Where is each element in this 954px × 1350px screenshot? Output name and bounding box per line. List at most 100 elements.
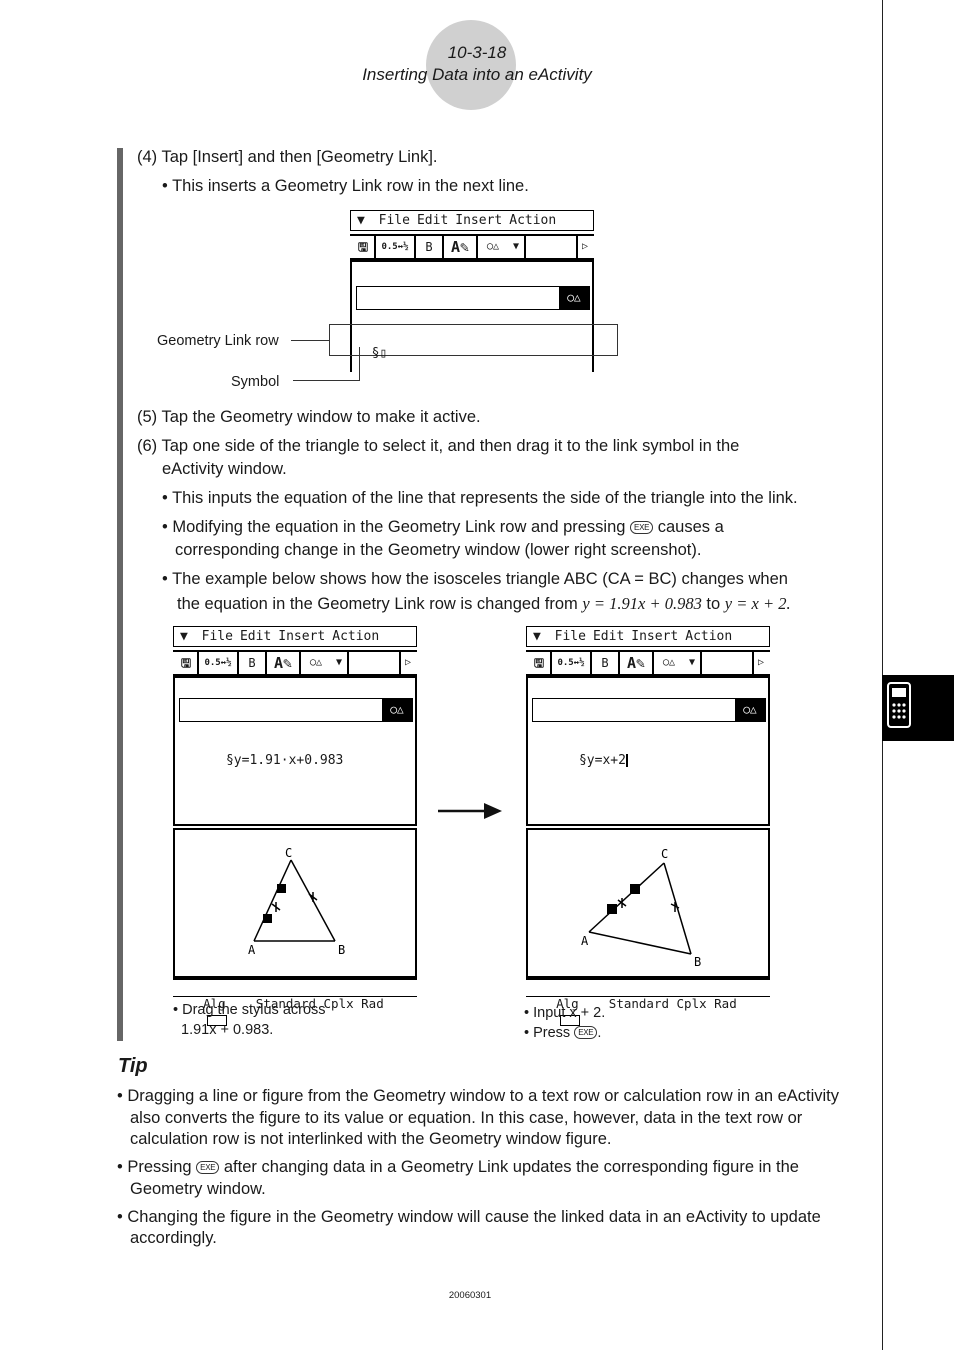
save-icon[interactable]: 🖫 <box>528 652 552 674</box>
geometry-link-row[interactable]: §y=1.91·x+0.983 <box>179 738 343 783</box>
text-style-icon[interactable]: A✎ <box>267 652 301 674</box>
callout-line <box>359 347 360 381</box>
step-6-bullet-1: • This inputs the equation of the line t… <box>162 489 798 507</box>
step-4-text: (4) Tap [Insert] and then [Geometry Link… <box>137 148 438 166</box>
vertex-c: C <box>285 846 292 860</box>
link-symbol-icon: § <box>225 753 234 768</box>
bold-button[interactable]: B <box>592 652 620 674</box>
step-6-bullet-3-cont: the equation in the Geometry Link row is… <box>177 592 791 616</box>
dropdown-arrow-icon[interactable]: ▼ <box>331 652 349 674</box>
scroll-right-icon[interactable]: ▷ <box>399 652 415 674</box>
side-bc <box>663 862 692 955</box>
step-6-bullet-2-cont: corresponding change in the Geometry win… <box>175 541 702 559</box>
exe-key-icon: EXE <box>574 1026 598 1039</box>
equation-to: y = x + 2. <box>724 594 791 613</box>
menu-edit[interactable]: Edit <box>240 629 271 644</box>
text-cursor: ▯ <box>379 346 388 361</box>
geometry-icon[interactable]: ◯△ <box>559 287 589 309</box>
caption-right-2: • Press EXE. <box>524 1023 601 1043</box>
text-style-icon[interactable]: A✎ <box>444 236 478 258</box>
scroll-right-icon[interactable]: ▷ <box>576 236 592 258</box>
eactivity-work-area[interactable]: ◯△ §y=1.91·x+0.983 <box>173 676 417 826</box>
geometry-link-icon[interactable]: ◯△ <box>478 236 508 258</box>
menu-file[interactable]: File <box>555 629 586 644</box>
bullet-text: to <box>706 595 721 613</box>
bold-button[interactable]: B <box>239 652 267 674</box>
save-icon[interactable]: 🖫 <box>352 236 376 258</box>
selection-handle <box>607 904 617 914</box>
section-title: Inserting Data into an eActivity <box>362 65 592 84</box>
tip-item-2: • Pressing EXE after changing data in a … <box>117 1156 799 1179</box>
geometry-window[interactable]: A B C <box>173 828 417 978</box>
geometry-link-icon[interactable]: ◯△ <box>654 652 684 674</box>
menu-insert[interactable]: Insert <box>455 213 502 228</box>
bullet-text: • Modifying the equation in the Geometry… <box>162 518 626 536</box>
step-4-bullet: • This inserts a Geometry Link row in th… <box>162 177 529 195</box>
selection-handle <box>263 914 272 923</box>
link-equation[interactable]: y=x+2 <box>587 753 626 768</box>
calculator-icon <box>887 682 911 728</box>
menu-insert[interactable]: Insert <box>278 629 325 644</box>
step-6-text: (6) Tap one side of the triangle to sele… <box>137 437 740 455</box>
calculator-screen-before: ▼ File Edit Insert Action 🖫 0.5↔½ B A✎ ◯△ ▼… <box>173 626 417 1026</box>
save-icon[interactable]: 🖫 <box>175 652 199 674</box>
side-ac <box>588 862 665 933</box>
input-line[interactable]: ◯△ <box>179 698 413 722</box>
tip-text: • Pressing <box>117 1158 192 1176</box>
menu-insert[interactable]: Insert <box>631 629 678 644</box>
geometry-link-icon[interactable]: ◯△ <box>301 652 331 674</box>
menu-edit[interactable]: Edit <box>593 629 624 644</box>
toolbar: 🖫 0.5↔½ B A✎ ◯△ ▼ ▷ <box>350 234 594 260</box>
caption-right-1: • Input x + 2. <box>524 1005 606 1021</box>
menu-file[interactable]: File <box>379 213 410 228</box>
tip-text: after changing data in a Geometry Link u… <box>223 1158 799 1176</box>
step-5-text: (5) Tap the Geometry window to make it a… <box>137 408 481 426</box>
menu-edit[interactable]: Edit <box>417 213 448 228</box>
eactivity-work-area[interactable]: ◯△ §y=x+2 <box>526 676 770 826</box>
geometry-link-row[interactable]: §▯ <box>356 331 388 361</box>
geometry-icon[interactable]: ◯△ <box>382 699 412 721</box>
menu-chevron-icon[interactable]: ▼ <box>180 629 188 644</box>
selection-handle <box>630 884 640 894</box>
menu-action[interactable]: Action <box>685 629 732 644</box>
input-line[interactable]: ◯△ <box>532 698 766 722</box>
geometry-link-row[interactable]: §y=x+2 <box>532 738 628 783</box>
bold-button[interactable]: B <box>416 236 444 258</box>
vertex-a: A <box>248 943 256 957</box>
vertex-a: A <box>581 934 589 948</box>
scroll-right-icon[interactable]: ▷ <box>752 652 768 674</box>
geometry-window[interactable]: A B C <box>526 828 770 978</box>
callout-line <box>293 380 359 381</box>
procedure-sidebar-bar <box>117 148 123 1041</box>
dropdown-arrow-icon[interactable]: ▼ <box>508 236 526 258</box>
link-equation[interactable]: y=1.91·x+0.983 <box>234 753 344 768</box>
menu-file[interactable]: File <box>202 629 233 644</box>
calculator-screen-after: ▼ File Edit Insert Action 🖫 0.5↔½ B A✎ ◯△ ▼… <box>526 626 770 1026</box>
arrow-right-icon <box>438 803 502 819</box>
triangle-figure[interactable]: A B C <box>175 830 415 976</box>
triangle-figure[interactable]: A B C <box>528 830 768 976</box>
fraction-decimal-icon[interactable]: 0.5↔½ <box>199 652 239 674</box>
step-6-text-cont: eActivity window. <box>162 460 287 478</box>
selection-handle <box>277 884 286 893</box>
text-style-icon[interactable]: A✎ <box>620 652 654 674</box>
caption-left-2: 1.91x + 0.983. <box>181 1022 274 1038</box>
menu-action[interactable]: Action <box>332 629 379 644</box>
tip-item-1-cont: also converts the figure to its value or… <box>130 1109 803 1127</box>
link-symbol-icon: § <box>578 753 587 768</box>
caption-text: . <box>597 1025 602 1041</box>
input-line[interactable]: ◯△ <box>356 286 590 310</box>
callout-geometry-link-row: Geometry Link row <box>157 333 279 349</box>
geometry-icon[interactable]: ◯△ <box>735 699 765 721</box>
menu-action[interactable]: Action <box>509 213 556 228</box>
exe-key-icon: EXE <box>630 521 654 534</box>
menu-chevron-icon[interactable]: ▼ <box>533 629 541 644</box>
fraction-decimal-icon[interactable]: 0.5↔½ <box>376 236 416 258</box>
menu-chevron-icon[interactable]: ▼ <box>357 213 365 228</box>
fraction-decimal-icon[interactable]: 0.5↔½ <box>552 652 592 674</box>
dropdown-arrow-icon[interactable]: ▼ <box>684 652 702 674</box>
tick-mark <box>308 892 318 902</box>
tip-item-2-cont: Geometry window. <box>130 1180 266 1198</box>
menu-bar: ▼ File Edit Insert Action <box>526 626 770 647</box>
callout-line <box>291 340 329 341</box>
